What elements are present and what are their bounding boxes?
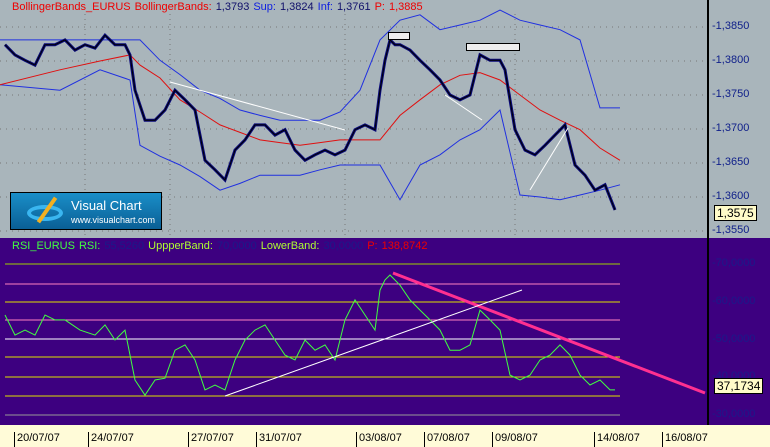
inf-value: 1,3761 (336, 1, 371, 13)
rsi-trendline (392, 271, 706, 395)
rsi-label: RSI: (78, 240, 101, 252)
rsi-axis-tick: -50,0000 (712, 332, 756, 345)
rsi-axis-tick: -60,0000 (712, 294, 756, 307)
rsi-name: RSI_EURUS (12, 240, 75, 252)
price-axis-tick: -1,3600 (712, 190, 750, 202)
price-axis-tick: -1,3850 (712, 20, 750, 32)
rsi-chart[interactable] (0, 238, 707, 425)
date-label: 09/08/07 (492, 432, 538, 447)
rsi-trendline (224, 289, 523, 397)
rsi-panel[interactable]: RSI_EURUS RSI: 55,5260 UppperBand: 70,0000 Lo… (0, 238, 770, 425)
logo-url[interactable]: www.visualchart.com (71, 215, 155, 225)
last-rsi-label: 37,1734 (714, 378, 764, 394)
lower-band-line (0, 69, 621, 201)
date-label: 20/07/07 (14, 432, 60, 447)
sup-label: Sup: (253, 1, 276, 13)
p-label: P: (374, 1, 385, 13)
logo-title: Visual Chart (71, 198, 142, 213)
inf-label: Inf: (317, 1, 333, 13)
price-axis-tick: -1,3750 (712, 88, 750, 100)
price-axis-tick: -1,3650 (712, 156, 750, 168)
rsi-p-label: P: (367, 240, 378, 252)
price-axis-tick: -1,3800 (712, 54, 750, 66)
date-label: 31/07/07 (256, 432, 302, 447)
marker-box (466, 43, 520, 51)
last-price-label: 1,3575 (714, 205, 757, 221)
sup-value: 1,3824 (279, 1, 314, 13)
rsi-axis-line (707, 238, 709, 425)
price-panel[interactable]: BollingerBands_EURUS BollingerBands: 1,379… (0, 0, 770, 238)
marker-box (388, 32, 410, 40)
lower-value: 30,0000 (323, 240, 364, 252)
indicator-value: 1,3793 (215, 1, 250, 13)
price-axis-line (707, 0, 709, 238)
visual-chart-logo[interactable]: Visual Chart www.visualchart.com (10, 192, 162, 230)
indicator-name: BollingerBands_EURUS (12, 1, 131, 13)
date-label: 14/08/07 (594, 432, 640, 447)
date-label: 16/08/07 (662, 432, 708, 447)
date-label: 03/08/07 (356, 432, 402, 447)
rsi-axis-tick: -70,0000 (712, 257, 756, 269)
trendline (529, 127, 569, 191)
date-label: 27/07/07 (188, 432, 234, 447)
rsi-axis-tick: -30,0000 (712, 408, 756, 421)
p-value: 1,3885 (389, 1, 423, 13)
date-label: 24/07/07 (88, 432, 134, 447)
rsi-value: 55,5260 (104, 240, 145, 252)
lower-label: LowerBand: (260, 240, 320, 252)
indicator-label: BollingerBands: (134, 1, 212, 13)
price-header: BollingerBands_EURUS BollingerBands: 1,379… (12, 1, 427, 13)
upper-value: 70,0000 (216, 240, 257, 252)
rsi-p-value: 138,8742 (381, 240, 428, 252)
price-axis-tick: -1,3700 (712, 122, 750, 134)
date-label: 07/08/07 (424, 432, 470, 447)
rsi-header: RSI_EURUS RSI: 55,5260 UppperBand: 70,0000 Lo… (12, 240, 432, 252)
middle-band-line (0, 54, 621, 161)
upper-label: UppperBand: (148, 240, 213, 252)
price-axis-tick: -1,3550 (712, 224, 750, 236)
upper-band-line (0, 9, 620, 121)
